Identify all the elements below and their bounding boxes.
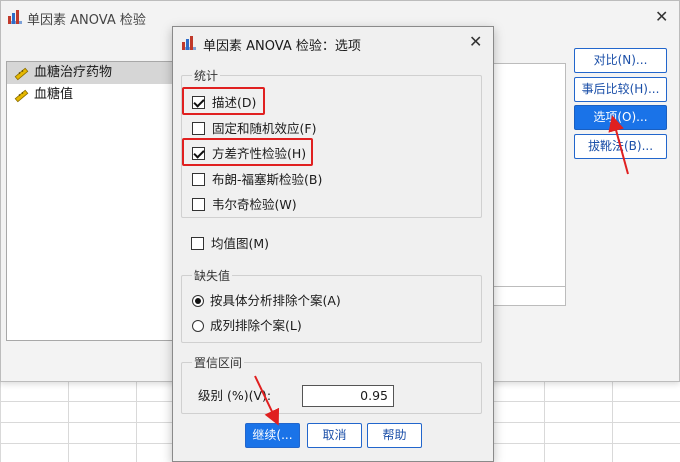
checkbox-label: 固定和随机效应(F) xyxy=(212,121,317,136)
statistics-group-label: 统计 xyxy=(192,67,221,84)
checkbox-box[interactable] xyxy=(191,237,204,250)
exclude-listwise-radio[interactable]: 成列排除个案(L) xyxy=(192,317,302,335)
checkbox-label: 均值图(M) xyxy=(211,236,270,251)
highlight-box-descriptive xyxy=(182,87,265,115)
list-item-var-glucose[interactable]: 血糖值 xyxy=(7,84,180,106)
options-button[interactable]: 选项(O)... xyxy=(574,105,667,130)
spss-app-icon xyxy=(182,36,196,50)
missing-values-group-label: 缺失值 xyxy=(192,267,233,284)
checkbox-box[interactable] xyxy=(192,173,205,186)
options-dialog-title: 单因素 ANOVA 检验：选项 xyxy=(203,39,361,54)
radio-circle[interactable] xyxy=(192,295,204,307)
exclude-by-analysis-radio[interactable]: 按具体分析排除个案(A) xyxy=(192,292,341,310)
ci-level-input[interactable]: 0.95 xyxy=(302,385,394,407)
confidence-interval-group: 置信区间 级别 (%)(V): 0.95 xyxy=(181,354,482,414)
help-button[interactable]: 帮助 xyxy=(367,423,422,448)
main-dialog-title: 单因素 ANOVA 检验 xyxy=(27,13,146,28)
means-plot-checkbox[interactable]: 均值图(M) xyxy=(191,235,269,253)
bootstrap-button[interactable]: 拔靴法(B)... xyxy=(574,134,667,159)
radio-circle[interactable] xyxy=(192,320,204,332)
ci-group-label: 置信区间 xyxy=(192,354,245,371)
options-close-icon[interactable]: ✕ xyxy=(469,34,482,50)
brown-forsythe-checkbox[interactable]: 布朗-福塞斯检验(B) xyxy=(192,171,322,189)
scale-ruler-icon xyxy=(14,89,29,103)
radio-label: 成列排除个案(L) xyxy=(210,318,302,333)
continue-button[interactable]: 继续(... xyxy=(245,423,300,448)
contrasts-button[interactable]: 对比(N)... xyxy=(574,48,667,73)
checkbox-label: 韦尔奇检验(W) xyxy=(212,197,297,212)
post-hoc-button[interactable]: 事后比较(H)... xyxy=(574,77,667,102)
cancel-button[interactable]: 取消 xyxy=(307,423,362,448)
variable-list[interactable]: 血糖治疗药物 血糖值 xyxy=(6,61,181,341)
main-close-icon[interactable]: ✕ xyxy=(655,9,668,25)
missing-values-group: 缺失值 按具体分析排除个案(A) 成列排除个案(L) xyxy=(181,267,482,343)
list-item-var-drug[interactable]: 血糖治疗药物 xyxy=(7,62,180,84)
ci-level-label: 级别 (%)(V): xyxy=(198,388,272,403)
highlight-box-homogeneity xyxy=(182,138,313,166)
variable-label: 血糖值 xyxy=(34,87,74,102)
spss-app-icon xyxy=(8,10,22,24)
variable-label: 血糖治疗药物 xyxy=(34,65,113,80)
scale-ruler-icon xyxy=(14,67,29,81)
welch-test-checkbox[interactable]: 韦尔奇检验(W) xyxy=(192,196,297,214)
checkbox-box[interactable] xyxy=(192,122,205,135)
checkbox-box[interactable] xyxy=(192,198,205,211)
radio-label: 按具体分析排除个案(A) xyxy=(210,293,341,308)
fixed-random-effects-checkbox[interactable]: 固定和随机效应(F) xyxy=(192,120,316,138)
checkbox-label: 布朗-福塞斯检验(B) xyxy=(212,172,323,187)
